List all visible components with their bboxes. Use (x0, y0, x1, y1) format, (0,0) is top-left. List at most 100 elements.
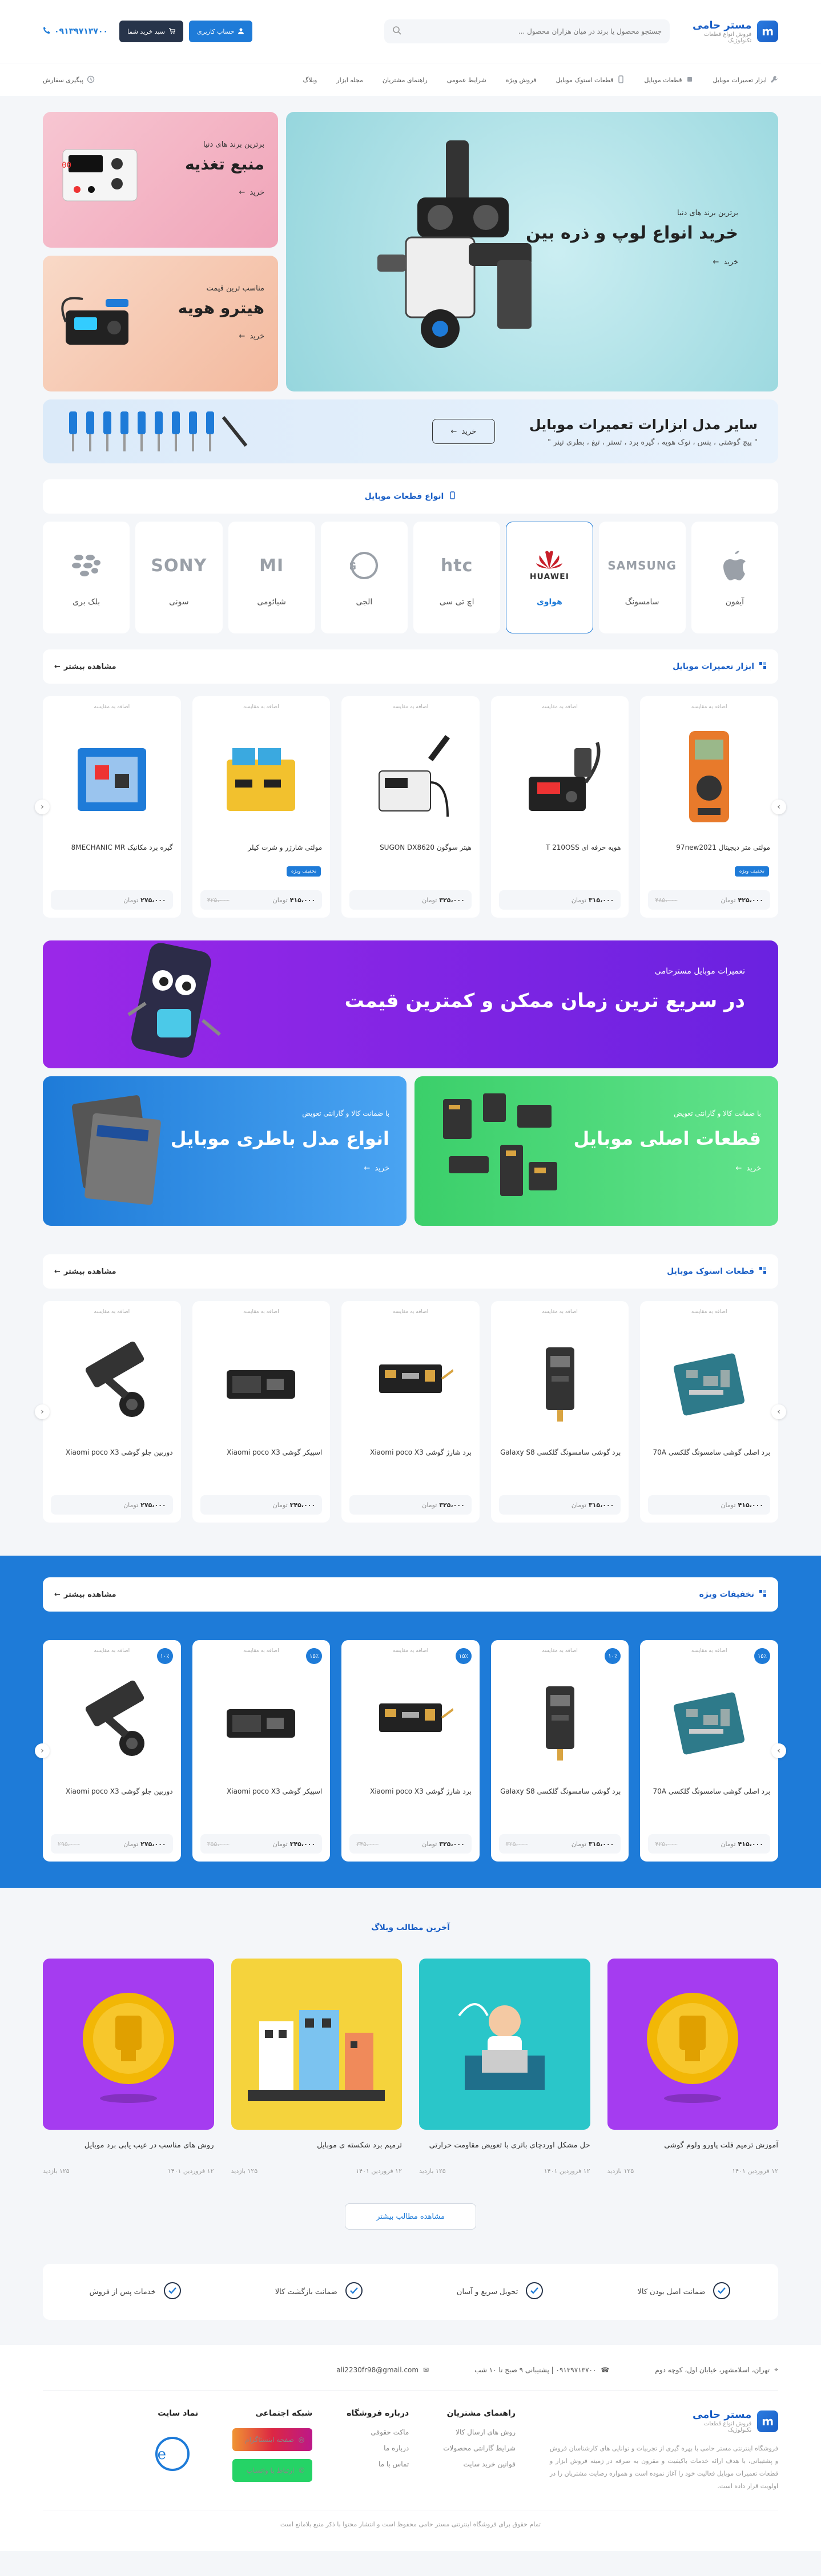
buy-link[interactable]: خرید ← (185, 188, 264, 197)
brand-card[interactable]: بلک بری (43, 522, 130, 633)
compare-link[interactable]: اضافه به مقایسه (499, 1309, 621, 1315)
carousel-prev-button[interactable]: ‹ (35, 1404, 50, 1419)
compare-link[interactable]: اضافه به مقایسه (349, 1648, 472, 1654)
order-tracking-link[interactable]: پیگیری سفارش (43, 75, 95, 85)
login-button[interactable]: حساب کاربری (188, 21, 253, 42)
blog-post-title[interactable]: حل مشکل اوردچای باتری با تعویض مقاومت حر… (419, 2141, 590, 2164)
brand-card[interactable]: htc اچ تی سی (413, 522, 501, 633)
compare-link[interactable]: اضافه به مقایسه (51, 1309, 173, 1315)
banner-power-supply[interactable]: 0.00 برترین برند های دنیا منبع تغذیه خری… (43, 112, 278, 248)
hero-main-banner[interactable]: برترین برند های دنیا خرید انواع لوپ و ذر… (286, 112, 778, 391)
footer-email[interactable]: ✉ ali2230fr98@gmail.com (336, 2366, 429, 2374)
blog-post[interactable]: حل مشکل اوردچای باتری با تعویض مقاومت حر… (419, 1959, 590, 2175)
brand-card[interactable]: LG الجی (320, 522, 408, 633)
view-more-link[interactable]: مشاهده بیشتر ← (54, 663, 116, 671)
nav-item-guide[interactable]: راهنمای مشتریان (383, 76, 428, 84)
nav-item-magazine[interactable]: مجله ابزار (336, 76, 363, 84)
blog-post-title[interactable]: آموزش ترمیم فلت پاورو ولوم گوشی (607, 2141, 778, 2164)
footer-phone[interactable]: ☎ ۰۹۱۳۹۷۱۳۷۰۰ | پشتیبانی ۹ صبح تا ۱۰ شب (474, 2366, 609, 2374)
compare-link[interactable]: اضافه به مقایسه (648, 704, 770, 710)
compare-link[interactable]: اضافه به مقایسه (349, 704, 472, 710)
brand-card[interactable]: SAMSUNG سامسونگ (598, 522, 686, 633)
product-card[interactable]: اضافه به مقایسه تخفیف ویژه مولتی متر دیجیت… (640, 696, 778, 918)
compare-link[interactable]: اضافه به مقایسه (648, 1648, 770, 1654)
product-card[interactable]: اضافه به مقایسه ۱۵٪ اسپیکر گوشی Xiaomi poc… (192, 1640, 331, 1862)
product-card[interactable]: اضافه به مقایسه اسپیکر گوشی Xiaomi poco X… (192, 1301, 331, 1523)
product-name[interactable]: مولتی شارژر و شرت کیلر (200, 843, 322, 863)
product-card[interactable]: اضافه به مقایسه برد گوشی سامسونگ گلکسی Ga… (490, 1301, 629, 1523)
blog-post-image[interactable] (43, 1959, 214, 2130)
carousel-next-button[interactable]: › (771, 800, 786, 814)
compare-link[interactable]: اضافه به مقایسه (200, 1309, 323, 1315)
compare-link[interactable]: اضافه به مقایسه (51, 704, 173, 710)
view-more-link[interactable]: مشاهده بیشتر ← (54, 1267, 116, 1276)
carousel-prev-button[interactable]: ‹ (35, 800, 50, 814)
blog-post-image[interactable] (419, 1959, 590, 2130)
footer-link[interactable]: قوانین خرید سایت (443, 2460, 516, 2468)
banner-batteries[interactable]: با ضمانت کالا و گارانتی تعویض انواع مدل … (43, 1076, 407, 1226)
product-card[interactable]: اضافه به مقایسه دوربین جلو گوشی Xiaomi po… (43, 1301, 181, 1523)
tools-banner[interactable]: سایر مدل ابزارات تعمیرات موبایل " پیچ گو… (43, 399, 778, 463)
product-name[interactable]: هویه حرفه ای T 210OSS (499, 843, 621, 863)
buy-link[interactable]: خرید ← (171, 1164, 389, 1173)
more-posts-button[interactable]: مشاهده مطالب بیشتر (345, 2203, 476, 2230)
nav-item-blog[interactable]: وبلاگ (303, 76, 317, 84)
product-name[interactable]: گیره برد مکانیک 8MECHANIC MR (51, 843, 173, 863)
blog-post-title[interactable]: روش های مناسب در عیب یابی برد موبایل (43, 2141, 214, 2164)
product-name[interactable]: برد گوشی سامسونگ گلکسی Galaxy S8 (499, 1787, 621, 1807)
carousel-next-button[interactable]: › (771, 1743, 786, 1758)
logo[interactable]: m مستر حامی فروش انواع قطعات تکنولوژیک (681, 19, 778, 44)
header-phone[interactable]: ۰۹۱۳۹۷۱۳۷۰۰ (43, 26, 108, 37)
product-name[interactable]: برد شارژ گوشی Xiaomi poco X3 (349, 1448, 472, 1468)
nav-item-tools[interactable]: ابزار تعمیرات موبایل (713, 75, 778, 85)
nav-item-terms[interactable]: شرایط عمومی (447, 76, 486, 84)
product-name[interactable]: برد شارژ گوشی Xiaomi poco X3 (349, 1787, 472, 1807)
product-card[interactable]: اضافه به مقایسه ۱۵٪ برد اصلی گوشی سامسونگ … (640, 1640, 778, 1862)
compare-link[interactable]: اضافه به مقایسه (648, 1309, 770, 1315)
product-card[interactable]: اضافه به مقایسه هویه حرفه ای T 210OSS ۳۱۵،… (490, 696, 629, 918)
product-card[interactable]: اضافه به مقایسه ۱۰٪ دوربین جلو گوشی Xiaomi… (43, 1640, 181, 1862)
product-card[interactable]: اضافه به مقایسه ۱۵٪ برد شارژ گوشی Xiaomi p… (341, 1640, 480, 1862)
product-name[interactable]: دوربین جلو گوشی Xiaomi poco X3 (51, 1448, 173, 1468)
product-card[interactable]: اضافه به مقایسه برد شارژ گوشی Xiaomi poco… (341, 1301, 480, 1523)
tools-banner-buy-button[interactable]: خرید ← (432, 419, 495, 444)
cart-button[interactable]: سبد خرید شما (119, 21, 183, 42)
product-card[interactable]: اضافه به مقایسه برد اصلی گوشی سامسونگ گلک… (640, 1301, 778, 1523)
banner-heater[interactable]: مناسب ترین قیمت هیترو هویه خرید ← (43, 256, 278, 391)
product-name[interactable]: مولتی متر دیجیتال 97new2021 (648, 843, 770, 863)
whatsapp-button[interactable]: ✆ ارتباط با واتساپ (232, 2459, 313, 2482)
brand-card[interactable]: SONY سونی (135, 522, 223, 633)
product-name[interactable]: برد اصلی گوشی سامسونگ گلکسی 70A (648, 1448, 770, 1468)
product-name[interactable]: برد اصلی گوشی سامسونگ گلکسی 70A (648, 1787, 770, 1807)
hero-buy-link[interactable]: خرید ← (526, 258, 738, 267)
blog-post[interactable]: ترمیم برد شکسته ی موبایل ۱۲ فروردین ۱۴۰۱ ۱… (231, 1959, 402, 2175)
product-name[interactable]: برد گوشی سامسونگ گلکسی Galaxy S8 (499, 1448, 621, 1468)
product-card[interactable]: اضافه به مقایسه ۱۰٪ برد گوشی سامسونگ گلکسی… (490, 1640, 629, 1862)
blog-post-title[interactable]: ترمیم برد شکسته ی موبایل (231, 2141, 402, 2164)
product-name[interactable]: هیتر سوگون SUGON DX8620 (349, 843, 472, 863)
enamad-badge[interactable]: e (147, 2428, 198, 2480)
product-card[interactable]: اضافه به مقایسه هیتر سوگون SUGON DX8620 ۳۲… (341, 696, 480, 918)
footer-link[interactable]: درباره ما (347, 2444, 409, 2452)
compare-link[interactable]: اضافه به مقایسه (200, 1648, 323, 1654)
blog-post[interactable]: آموزش ترمیم فلت پاورو ولوم گوشی ۱۲ فروردی… (607, 1959, 778, 2175)
product-card[interactable]: اضافه به مقایسه گیره برد مکانیک 8MECHANIC… (43, 696, 181, 918)
footer-logo[interactable]: m مستر حامی فروش انواع قطعات تکنولوژیک (681, 2409, 778, 2433)
view-more-link[interactable]: مشاهده بیشتر ← (54, 1590, 116, 1599)
compare-link[interactable]: اضافه به مقایسه (349, 1309, 472, 1315)
brand-card[interactable]: MI شیائومی (228, 522, 315, 633)
nav-item-parts[interactable]: قطعات موبایل (644, 75, 693, 85)
product-name[interactable]: اسپیکر گوشی Xiaomi poco X3 (200, 1787, 322, 1807)
footer-link[interactable]: شرایط گارانتی محصولات (443, 2444, 516, 2452)
nav-item-sale[interactable]: فروش ویژه (506, 76, 537, 84)
compare-link[interactable]: اضافه به مقایسه (499, 704, 621, 710)
buy-link[interactable]: خرید ← (574, 1164, 761, 1173)
instagram-button[interactable]: ◎ صفحه اینستاگرام (232, 2428, 313, 2451)
brand-card[interactable]: HUAWEI هواوی (506, 522, 593, 633)
brand-card[interactable]: آیفون (691, 522, 778, 633)
repair-promo-banner[interactable]: تعمیرات موبایل مسترحامی در سریع ترین زما… (43, 940, 778, 1068)
buy-link[interactable]: خرید ← (178, 332, 264, 341)
product-name[interactable]: دوربین جلو گوشی Xiaomi poco X3 (51, 1787, 173, 1807)
compare-link[interactable]: اضافه به مقایسه (200, 704, 323, 710)
compare-link[interactable]: اضافه به مقایسه (499, 1648, 621, 1654)
